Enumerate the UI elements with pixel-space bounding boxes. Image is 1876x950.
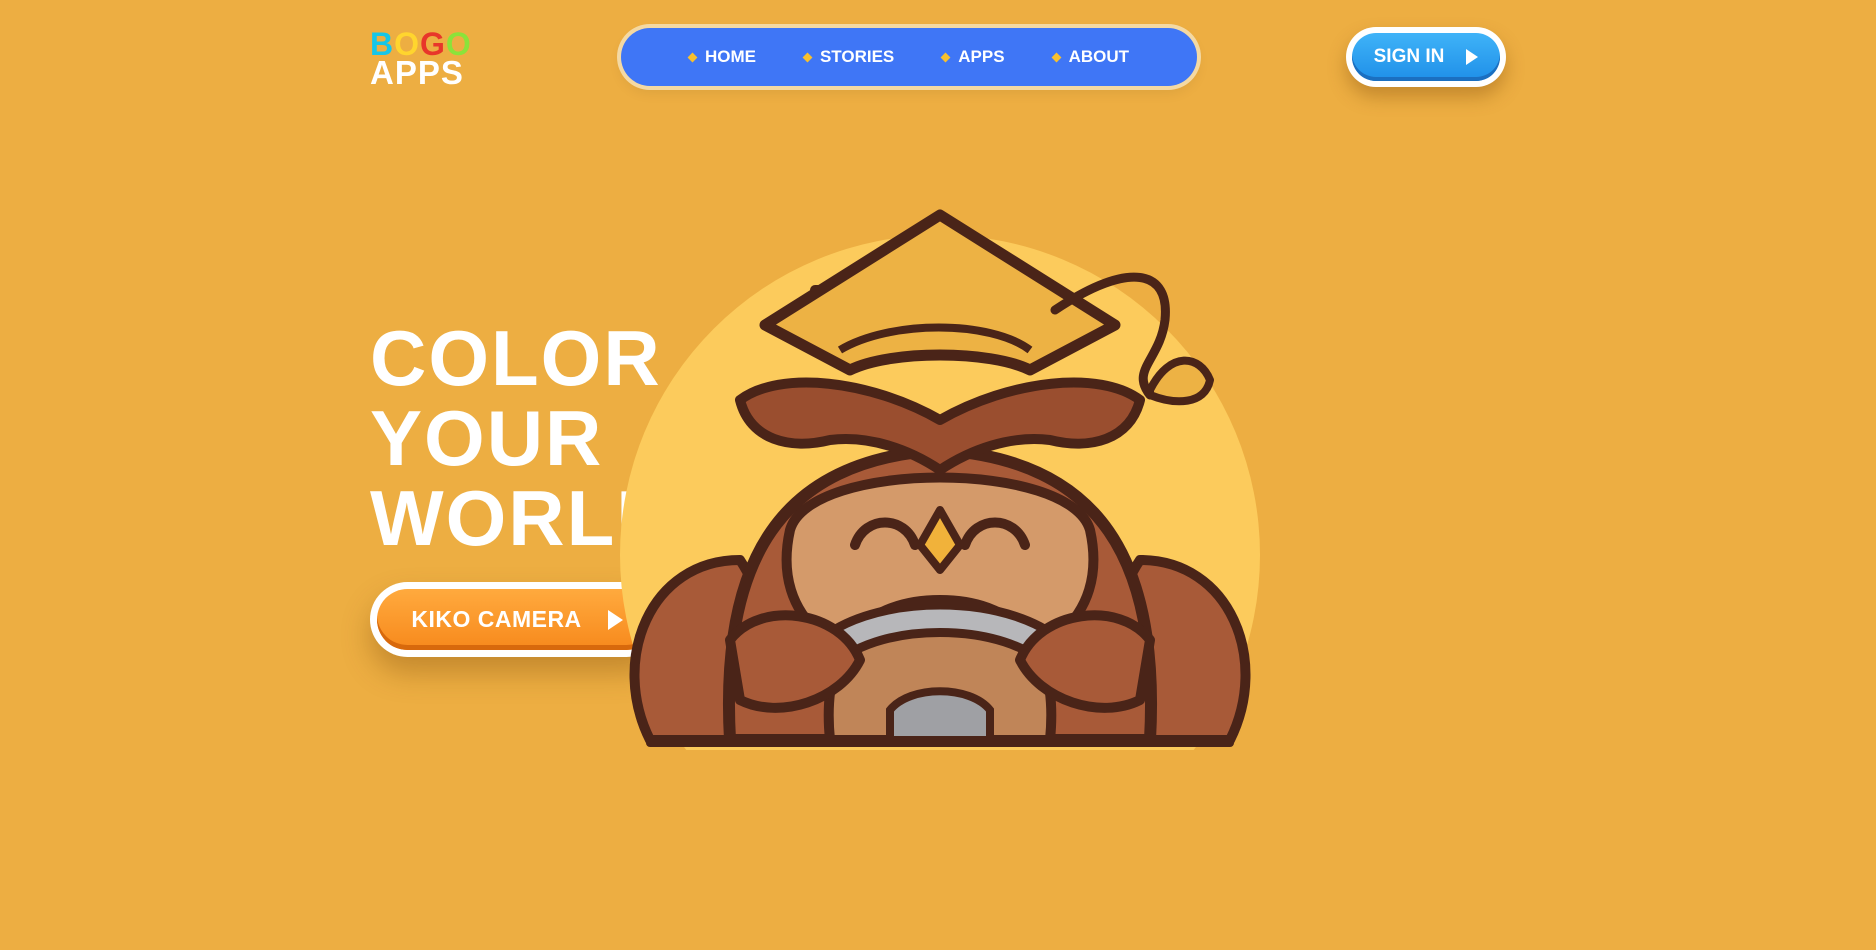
nav-item-home[interactable]: HOME [687, 47, 756, 67]
diamond-icon [1051, 52, 1062, 62]
nav-item-label: STORIES [819, 47, 895, 66]
nav-item-label: APPS [958, 47, 1005, 66]
logo[interactable]: B O G O APPS [370, 28, 472, 89]
sign-in-button-face[interactable]: SIGN IN [1352, 33, 1500, 81]
diamond-icon [940, 52, 951, 62]
owl-mascot-illustration [620, 209, 1260, 750]
sign-in-label: SIGN IN [1373, 46, 1445, 67]
sign-in-button[interactable]: SIGN IN [1346, 27, 1506, 87]
cta-label: KIKO CAMERA [411, 606, 582, 632]
diamond-icon [802, 52, 813, 62]
nav-item-apps[interactable]: APPS [940, 47, 1005, 67]
nav-item-about[interactable]: ABOUT [1051, 47, 1130, 67]
diamond-icon [687, 52, 698, 62]
logo-subtitle: APPS [370, 54, 464, 91]
nav-item-label: ABOUT [1068, 47, 1130, 66]
nav-item-label: HOME [704, 47, 756, 66]
nav-item-stories[interactable]: STORIES [802, 47, 895, 67]
play-icon [1466, 49, 1479, 65]
main-nav: HOME STORIES APPS ABOUT [621, 28, 1197, 86]
